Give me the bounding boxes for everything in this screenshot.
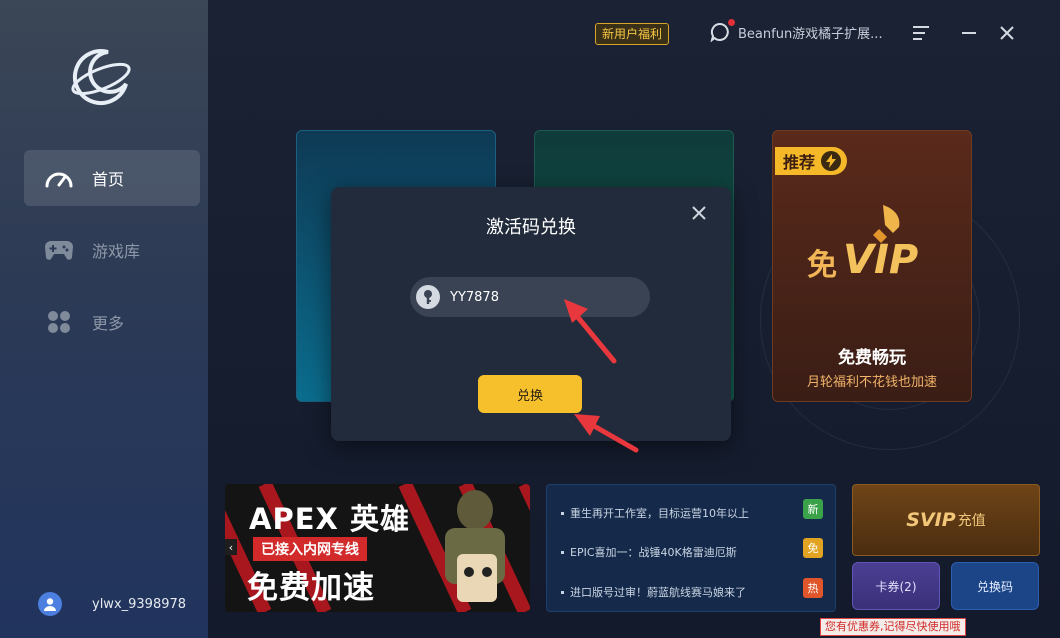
close-icon: [999, 25, 1015, 41]
news-text: 重生再开工作室，目标运营10年以上: [570, 507, 749, 520]
activation-code-input[interactable]: [450, 289, 620, 305]
vip-card-title: 免费畅玩: [838, 348, 906, 368]
key-icon: [416, 285, 440, 309]
news-item[interactable]: EPIC喜加一：战锤40K格雷迪厄斯: [561, 544, 737, 560]
sidebar: 首页 游戏库 更多 ylwx_9398978: [0, 0, 208, 638]
news-text: 进口版号过审！蔚蓝航线赛马娘来了: [570, 586, 746, 599]
svip-label: SVIP: [906, 509, 956, 531]
user-profile[interactable]: ylwx_9398978: [38, 592, 186, 616]
recommend-tag-label: 推荐: [783, 153, 816, 172]
coupon-button[interactable]: 卡券(2): [852, 562, 940, 610]
avatar: [38, 592, 62, 616]
sidebar-item-home[interactable]: 首页: [24, 150, 200, 206]
news-panel: 重生再开工作室，目标运营10年以上 新 EPIC喜加一：战锤40K格雷迪厄斯 免…: [546, 484, 836, 612]
new-badge: 新: [803, 499, 823, 519]
hamburger-icon: [912, 25, 930, 41]
news-text: EPIC喜加一：战锤40K格雷迪厄斯: [570, 546, 737, 559]
redeem-code-button[interactable]: 兑换码: [951, 562, 1039, 610]
close-window-button[interactable]: [996, 22, 1018, 44]
vip-card-subtitle: 月轮福利不花钱也加速: [806, 375, 937, 390]
message-text: Beanfun游戏橘子扩展...: [738, 26, 883, 42]
sidebar-item-game-library[interactable]: 游戏库: [24, 222, 200, 278]
close-icon: [691, 205, 711, 221]
username: ylwx_9398978: [92, 596, 187, 612]
svip-recharge-button[interactable]: SVIP 充值: [852, 484, 1040, 556]
app-window: 首页 游戏库 更多 ylwx_9398978 新用户福利 Beanfun游戏橘子…: [0, 0, 1060, 638]
minimize-button[interactable]: [958, 22, 980, 44]
banner-prev-button[interactable]: ‹: [225, 539, 237, 555]
free-vip-art: 免 VIP: [803, 203, 943, 283]
dialog-title: 激活码兑换: [486, 217, 576, 238]
activation-code-field[interactable]: [410, 277, 650, 317]
free-vip-card[interactable]: 推荐 免 VIP 免费畅玩 月轮福利不花钱也加速: [772, 130, 972, 402]
recommend-tag: 推荐: [775, 147, 848, 175]
sidebar-item-label: 首页: [92, 170, 125, 189]
gamepad-icon: [44, 235, 74, 265]
bullet: [561, 511, 564, 515]
banner-title: APEX 英雄: [249, 502, 410, 536]
minimize-icon: [961, 25, 977, 41]
news-item[interactable]: 进口版号过审！蔚蓝航线赛马娘来了: [561, 584, 746, 600]
vip-art-char: 免: [807, 248, 837, 283]
banner-tagline: 已接入内网专线: [253, 537, 367, 561]
news-item[interactable]: 重生再开工作室，目标运营10年以上: [561, 505, 749, 521]
new-user-benefit-badge[interactable]: 新用户福利: [595, 23, 670, 45]
hot-badge: 热: [803, 578, 823, 598]
menu-button[interactable]: [910, 22, 932, 44]
planet-moon-logo: [68, 44, 134, 110]
bullet: [561, 550, 564, 554]
redeem-button[interactable]: 兑换: [478, 375, 582, 413]
chat-bubble-icon: [710, 22, 730, 42]
coupon-reminder-tooltip: 您有优惠券,记得尽快使用哦: [820, 618, 966, 636]
activation-code-dialog: 激活码兑换 兑换: [331, 187, 731, 441]
svg-text:VIP: VIP: [843, 237, 918, 283]
bullet: [561, 590, 564, 594]
sidebar-item-label: 更多: [92, 314, 125, 333]
free-badge: 免: [803, 538, 823, 558]
lightning-icon: [821, 151, 842, 171]
sidebar-item-label: 游戏库: [92, 242, 141, 261]
recharge-label: 充值: [957, 513, 986, 529]
dialog-close-button[interactable]: [691, 205, 711, 225]
unread-dot: [728, 19, 735, 26]
apex-banner[interactable]: APEX 英雄 已接入内网专线 免费加速 ‹: [225, 484, 530, 612]
grid-dots-icon: [44, 307, 74, 337]
banner-free-boost: 免费加速: [247, 570, 375, 606]
speedometer-icon: [44, 163, 74, 193]
sidebar-item-more[interactable]: 更多: [24, 294, 200, 350]
message-notification[interactable]: Beanfun游戏橘子扩展...: [710, 19, 883, 42]
